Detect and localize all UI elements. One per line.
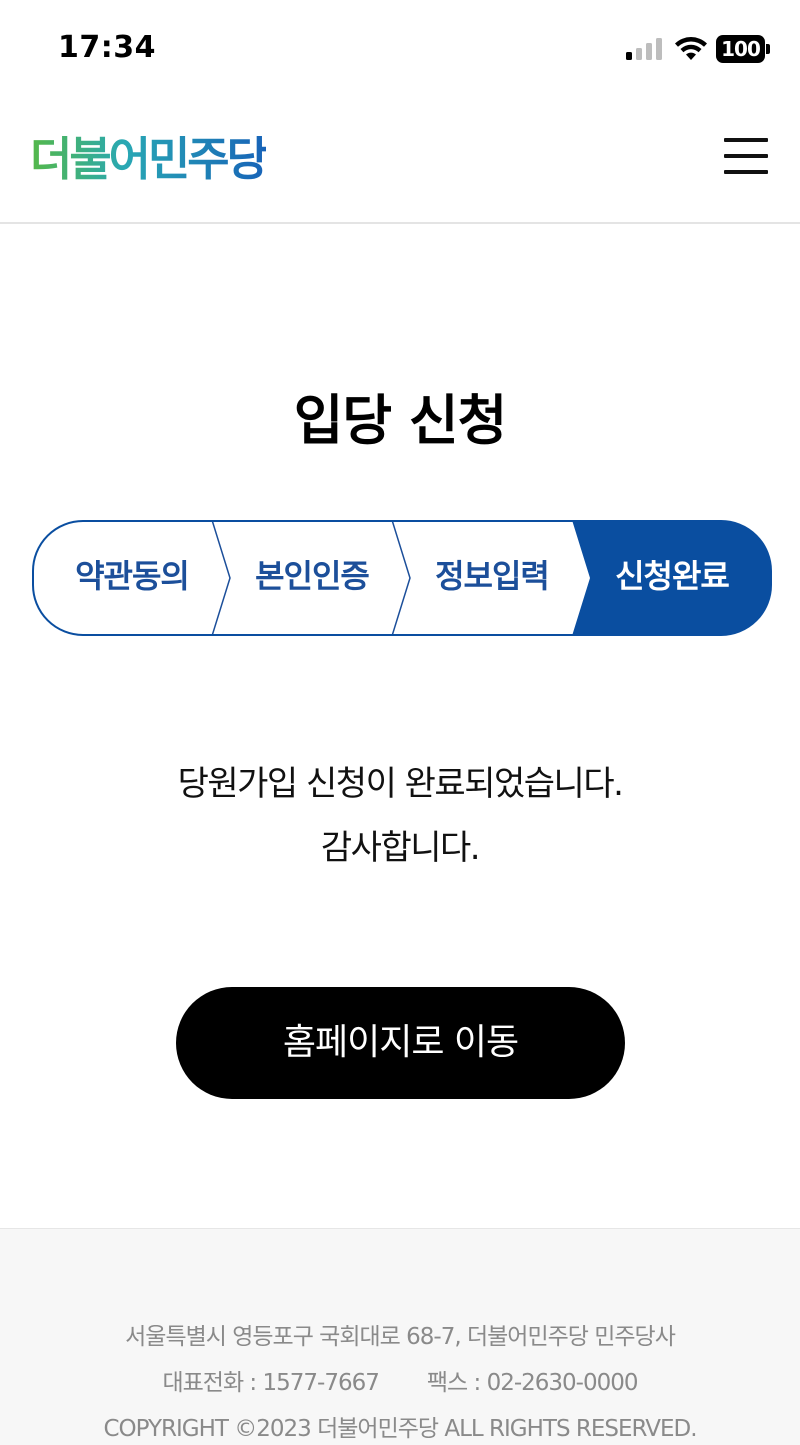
battery-icon: 100 <box>716 35 770 63</box>
footer-contact: 대표전화 : 1577-7667 팩스 : 02-2630-0000 <box>0 1363 800 1397</box>
progress-stepper: 약관동의 본인인증 정보입력 신청완료 <box>32 520 772 636</box>
hamburger-menu-icon[interactable] <box>724 136 770 176</box>
thanks-message-line: 감사합니다. <box>320 828 481 868</box>
step-terms-agree: 약관동의 <box>75 557 190 595</box>
party-logo[interactable]: 더불어민주당 <box>30 132 269 186</box>
footer-copyright: COPYRIGHT ©2023 더불어민주당 ALL RIGHTS RESERV… <box>103 1416 697 1442</box>
site-header: 더불어민주당 <box>0 96 800 224</box>
completion-message: 당원가입 신청이 완료되었습니다. 감사합니다. <box>0 752 800 880</box>
footer-address: 서울특별시 영등포구 국회대로 68-7, 더불어민주당 민주당사 <box>125 1324 676 1350</box>
status-time: 17:34 <box>58 30 156 65</box>
wifi-icon <box>675 37 707 60</box>
step-info-input: 정보입력 <box>435 557 550 595</box>
page-title: 입당 신청 <box>293 389 508 452</box>
go-homepage-button[interactable]: 홈페이지로 이동 <box>176 987 625 1099</box>
status-bar: 17:34 100 <box>0 0 800 96</box>
battery-level: 100 <box>721 37 761 61</box>
footer-fax: 팩스 : 02-2630-0000 <box>426 1370 639 1396</box>
signal-icon <box>626 38 662 60</box>
site-footer: 서울특별시 영등포구 국회대로 68-7, 더불어민주당 민주당사 대표전화 :… <box>0 1228 800 1445</box>
completion-message-line: 당원가입 신청이 완료되었습니다. <box>177 764 624 804</box>
step-identity-verify: 본인인증 <box>255 557 370 595</box>
step-application-complete: 신청완료 <box>615 557 730 595</box>
footer-phone: 대표전화 : 1577-7667 <box>162 1370 379 1396</box>
